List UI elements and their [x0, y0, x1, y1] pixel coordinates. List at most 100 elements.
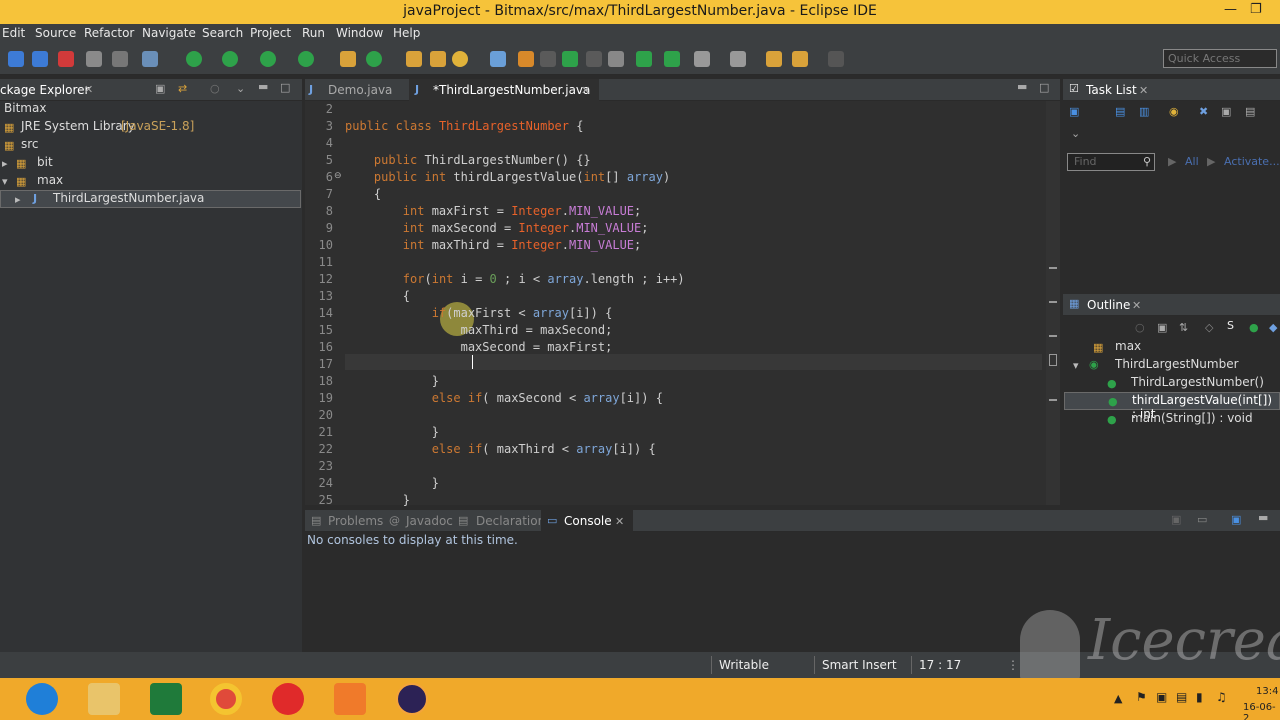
tab-console-active[interactable]: ▭ Console ✕: [541, 510, 633, 532]
collapse-all-icon[interactable]: ▣: [155, 82, 165, 95]
volume-icon[interactable]: ♫: [1216, 690, 1227, 704]
hide-fields-icon[interactable]: ◇: [1205, 321, 1213, 334]
categorize-icon[interactable]: ▤: [1115, 105, 1125, 118]
ruler-mark[interactable]: [1049, 301, 1057, 303]
menu-source[interactable]: Source: [35, 26, 76, 40]
collapse-icon[interactable]: ▾: [1073, 359, 1079, 372]
outline-item[interactable]: ▾ ◉ ThirdLargestNumber: [1073, 357, 1273, 375]
new-java-project-icon[interactable]: [340, 51, 356, 67]
open-task-icon[interactable]: [430, 51, 446, 67]
close-icon[interactable]: ✕: [1132, 299, 1141, 312]
menu-project[interactable]: Project: [250, 26, 291, 40]
app-icon[interactable]: [334, 683, 366, 715]
word-wrap-icon[interactable]: [562, 51, 578, 67]
chrome-icon[interactable]: [210, 683, 242, 715]
new-class-icon[interactable]: [366, 51, 382, 67]
ie-icon[interactable]: [26, 683, 58, 715]
close-icon[interactable]: ✕: [84, 83, 93, 96]
last-edit-icon[interactable]: [766, 51, 782, 67]
skip-breakpoints-icon[interactable]: [86, 51, 102, 67]
prev-annotation-icon[interactable]: [730, 51, 746, 67]
search-icon[interactable]: [452, 51, 468, 67]
close-icon[interactable]: ✕: [1139, 84, 1148, 97]
external-tools-icon[interactable]: [298, 51, 314, 67]
toolbar-green-icon[interactable]: [636, 51, 652, 67]
fold-icon[interactable]: ⊖: [334, 171, 342, 181]
maximize-view-icon[interactable]: □: [1039, 81, 1049, 94]
more-icon[interactable]: ⋮: [1007, 658, 1019, 672]
chevron-down-icon[interactable]: ⌄: [1071, 127, 1080, 140]
tray-chevron-icon[interactable]: ▲: [1114, 692, 1122, 705]
task-find-input[interactable]: Find ⚲: [1067, 153, 1155, 171]
search-icon[interactable]: ⚲: [1143, 155, 1151, 168]
back-icon[interactable]: [792, 51, 808, 67]
menu-edit[interactable]: Edit: [2, 26, 25, 40]
scheduled-icon[interactable]: ▥: [1139, 105, 1149, 118]
save-icon[interactable]: [8, 51, 24, 67]
close-icon[interactable]: ✕: [615, 515, 624, 528]
eclipse-icon[interactable]: [396, 683, 428, 715]
minimize-view-icon[interactable]: ▬: [1017, 80, 1027, 93]
pin-console-icon[interactable]: ▣: [1171, 513, 1181, 526]
activate-link[interactable]: Activate...: [1224, 155, 1280, 168]
tree-project[interactable]: Bitmax: [4, 101, 46, 119]
sort-icon[interactable]: ⇅: [1179, 321, 1188, 334]
focus-icon[interactable]: ○: [1135, 321, 1145, 334]
play-icon[interactable]: ▶: [1168, 155, 1176, 168]
link-editor-icon[interactable]: ⇄: [178, 82, 187, 95]
hide-completed-icon[interactable]: ✖: [1199, 105, 1208, 118]
save-all-icon[interactable]: [32, 51, 48, 67]
collapse-all-icon[interactable]: ▣: [1221, 105, 1231, 118]
all-link[interactable]: All: [1185, 155, 1199, 168]
tree-src[interactable]: ▦ src: [4, 137, 204, 155]
clock-time[interactable]: 13:4: [1256, 686, 1278, 697]
restore-icon[interactable]: ❐: [1250, 2, 1262, 17]
tab-active[interactable]: J *ThirdLargestNumber.java ✕: [409, 79, 599, 101]
minimize-view-icon[interactable]: ▬: [258, 80, 268, 93]
menu-refactor[interactable]: Refactor: [84, 26, 134, 40]
menu-navigate[interactable]: Navigate: [142, 26, 196, 40]
coverage-icon[interactable]: [260, 51, 276, 67]
tab-declaration[interactable]: Declaration: [476, 514, 545, 528]
open-type-icon[interactable]: [406, 51, 422, 67]
outline-item[interactable]: ● ThirdLargestNumber(): [1107, 375, 1277, 393]
expand-icon[interactable]: ▸: [2, 157, 8, 170]
hide-nonpublic-icon[interactable]: ●: [1249, 321, 1259, 334]
run-icon[interactable]: [222, 51, 238, 67]
pilcrow-icon[interactable]: [608, 51, 624, 67]
ruler-mark[interactable]: [1049, 354, 1057, 366]
outline-item-selected[interactable]: ● thirdLargestValue(int[]) : int: [1064, 392, 1280, 421]
outline-tab[interactable]: Outline: [1087, 298, 1130, 312]
collapse-icon[interactable]: ▾: [2, 175, 8, 188]
toggle-mark-icon[interactable]: [490, 51, 506, 67]
outline-item[interactable]: ▦ max: [1093, 339, 1273, 357]
overview-ruler[interactable]: [1046, 101, 1060, 505]
block-selection-icon[interactable]: [540, 51, 556, 67]
open-console-icon[interactable]: ▣: [1231, 513, 1241, 526]
toolbar-green2-icon[interactable]: [664, 51, 680, 67]
tab-problems[interactable]: Problems: [328, 514, 383, 528]
sync-icon[interactable]: ▤: [1245, 105, 1255, 118]
file-explorer-icon[interactable]: [88, 683, 120, 715]
forward-icon[interactable]: [828, 51, 844, 67]
ruler-mark[interactable]: [1049, 267, 1057, 269]
store-icon[interactable]: [150, 683, 182, 715]
collapse-all-icon[interactable]: ▣: [1157, 321, 1167, 334]
menu-run[interactable]: Run: [302, 26, 325, 40]
menu-window[interactable]: Window: [336, 26, 383, 40]
display-console-icon[interactable]: ▭: [1197, 513, 1207, 526]
maximize-view-icon[interactable]: □: [280, 81, 290, 94]
tray-icon[interactable]: ▤: [1176, 690, 1187, 704]
package-explorer-tab[interactable]: ckage Explorer: [0, 83, 89, 97]
hide-static-icon[interactable]: S: [1227, 319, 1234, 332]
code-editor[interactable]: J Demo.java J *ThirdLargestNumber.java ✕…: [305, 79, 1060, 507]
minimize-view-icon[interactable]: ▬: [1258, 511, 1268, 524]
menu-help[interactable]: Help: [393, 26, 420, 40]
tree-pkg-max[interactable]: ▾ ▦ max: [0, 173, 200, 191]
tree-pkg-bit[interactable]: ▸ ▦ bit: [0, 155, 200, 173]
tab-javadoc[interactable]: Javadoc: [406, 514, 453, 528]
edit-mark-icon[interactable]: [518, 51, 534, 67]
toolbar-icon[interactable]: [112, 51, 128, 67]
tree-jre[interactable]: ▦ JRE System Library [JavaSE-1.8]: [4, 119, 284, 137]
quick-access-input[interactable]: Quick Access: [1163, 49, 1277, 68]
